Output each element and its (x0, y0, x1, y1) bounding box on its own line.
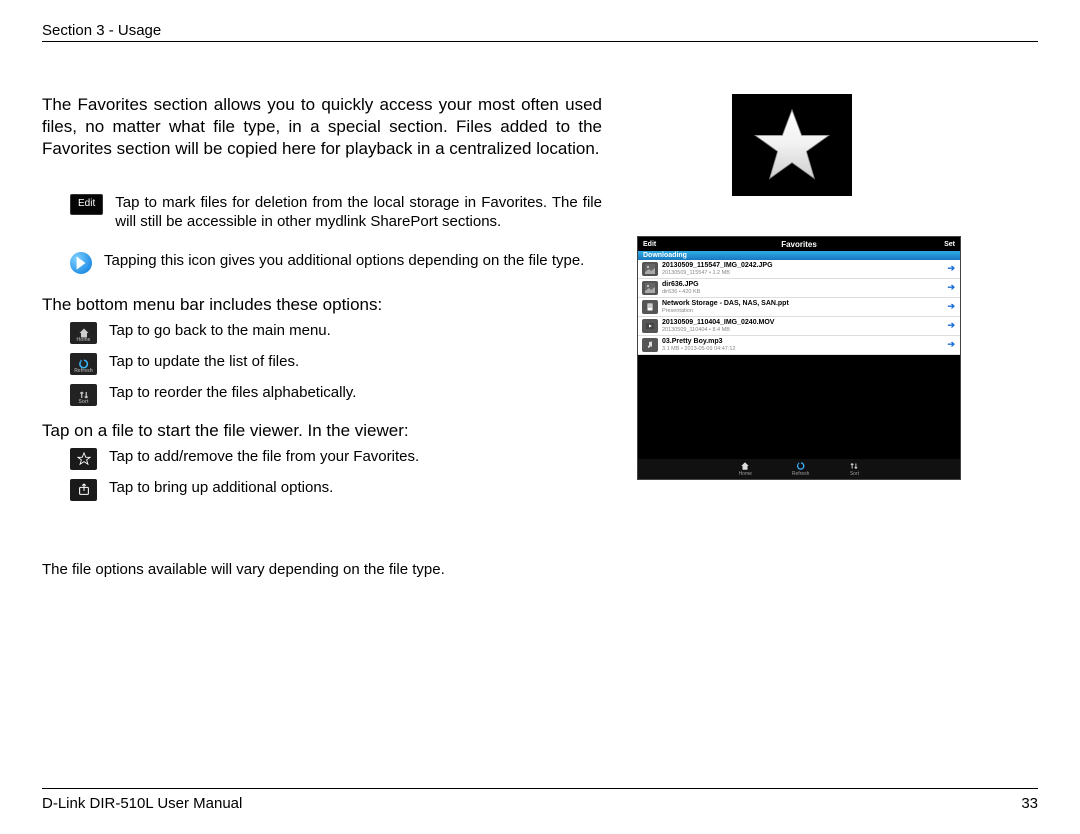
music-icon (642, 338, 658, 352)
video-icon (642, 319, 658, 333)
menu-icon-list: Tap to go back to the main menu. Tap to … (70, 322, 602, 406)
file-name: 20130509_110404_IMG_0240.MOV (662, 319, 774, 327)
more-icon-row: Tapping this icon gives you additional o… (70, 252, 602, 274)
screenshot-edit-btn: Edit (643, 241, 656, 248)
file-name: Network Storage - DAS, NAS, SAN.ppt (662, 300, 789, 308)
file-name: 03.Pretty Boy.mp3 (662, 338, 735, 346)
list-item: 20130509_115547_IMG_0242.JPG20130509_115… (638, 260, 960, 279)
document-icon (642, 300, 658, 314)
screenshot-title: Favorites (781, 240, 817, 249)
goto-icon: ➔ (947, 263, 955, 274)
screenshot-right-btn: Set (944, 241, 955, 248)
more-icon-text: Tapping this icon gives you additional o… (104, 252, 602, 271)
intro-paragraph: The Favorites section allows you to quic… (42, 94, 602, 160)
home-icon (70, 322, 97, 344)
menu-heading: The bottom menu bar includes these optio… (42, 294, 602, 316)
bottom-sort-icon: Sort (849, 461, 859, 477)
edit-icon: Edit (70, 194, 103, 215)
goto-icon: ➔ (947, 320, 955, 331)
manual-page: Section 3 - Usage The Favorites section … (0, 0, 1080, 834)
star-outline-icon (70, 448, 97, 470)
two-column-layout: The Favorites section allows you to quic… (42, 94, 1038, 578)
bottom-refresh-icon: Refresh (792, 461, 810, 477)
arrow-icon (70, 252, 92, 274)
refresh-icon (70, 353, 97, 375)
screenshot-bottom-bar: Home Refresh Sort (638, 459, 960, 479)
viewer-heading: Tap on a file to start the file viewer. … (42, 420, 602, 442)
goto-icon: ➔ (947, 339, 955, 350)
sort-icon-row: Tap to reorder the files alphabetically. (70, 384, 602, 406)
section-header: Section 3 - Usage (42, 22, 1038, 39)
right-column: Edit Favorites Set Downloading 20130509_… (642, 94, 962, 578)
screenshot-section: Downloading (638, 251, 960, 260)
goto-icon: ➔ (947, 282, 955, 293)
sort-icon-text: Tap to reorder the files alphabetically. (109, 384, 356, 403)
home-icon-text: Tap to go back to the main menu. (109, 322, 331, 341)
share-icon (70, 479, 97, 501)
viewer-icon-list: Tap to add/remove the file from your Fav… (70, 448, 602, 501)
file-name: dir636.JPG (662, 281, 700, 289)
manual-name: D-Link DIR-510L User Manual (42, 795, 242, 812)
top-icon-list: Edit Tap to mark files for deletion from… (70, 194, 602, 274)
refresh-icon-text: Tap to update the list of files. (109, 353, 299, 372)
image-icon (642, 281, 658, 295)
share-icon-text: Tap to bring up additional options. (109, 479, 333, 498)
file-sub: 20130509_110404 • 8.4 MB (662, 327, 774, 333)
fav-icon-row: Tap to add/remove the file from your Fav… (70, 448, 602, 470)
file-name: 20130509_115547_IMG_0242.JPG (662, 262, 773, 270)
image-icon (642, 262, 658, 276)
file-sub: 3.1 MB • 2013-05-09 04:47:12 (662, 346, 735, 352)
screenshot-fill (638, 355, 960, 459)
left-column: The Favorites section allows you to quic… (42, 94, 602, 578)
screenshot-topbar: Edit Favorites Set (638, 237, 960, 251)
favorites-screenshot: Edit Favorites Set Downloading 20130509_… (637, 236, 961, 480)
share-icon-row: Tap to bring up additional options. (70, 479, 602, 501)
file-sub: dir636 • 420 KB (662, 289, 700, 295)
sort-icon (70, 384, 97, 406)
edit-icon-text: Tap to mark files for deletion from the … (115, 194, 602, 232)
list-item: 03.Pretty Boy.mp33.1 MB • 2013-05-09 04:… (638, 336, 960, 355)
list-item: Network Storage - DAS, NAS, SAN.pptPrese… (638, 298, 960, 317)
refresh-icon-row: Tap to update the list of files. (70, 353, 602, 375)
fav-icon-text: Tap to add/remove the file from your Fav… (109, 448, 419, 467)
page-footer: D-Link DIR-510L User Manual 33 (42, 788, 1038, 812)
file-sub: 20130509_115547 • 1.2 MB (662, 270, 773, 276)
list-item: dir636.JPGdir636 • 420 KB ➔ (638, 279, 960, 298)
home-icon-row: Tap to go back to the main menu. (70, 322, 602, 344)
note-line: The file options available will vary dep… (42, 561, 602, 578)
file-sub: Presentation (662, 308, 789, 314)
bottom-home-icon: Home (739, 461, 752, 477)
edit-icon-row: Edit Tap to mark files for deletion from… (70, 194, 602, 232)
goto-icon: ➔ (947, 301, 955, 312)
list-item: 20130509_110404_IMG_0240.MOV20130509_110… (638, 317, 960, 336)
favorites-tile-icon (732, 94, 852, 196)
footer-rule (42, 788, 1038, 789)
page-number: 33 (1021, 795, 1038, 812)
header-rule (42, 41, 1038, 42)
